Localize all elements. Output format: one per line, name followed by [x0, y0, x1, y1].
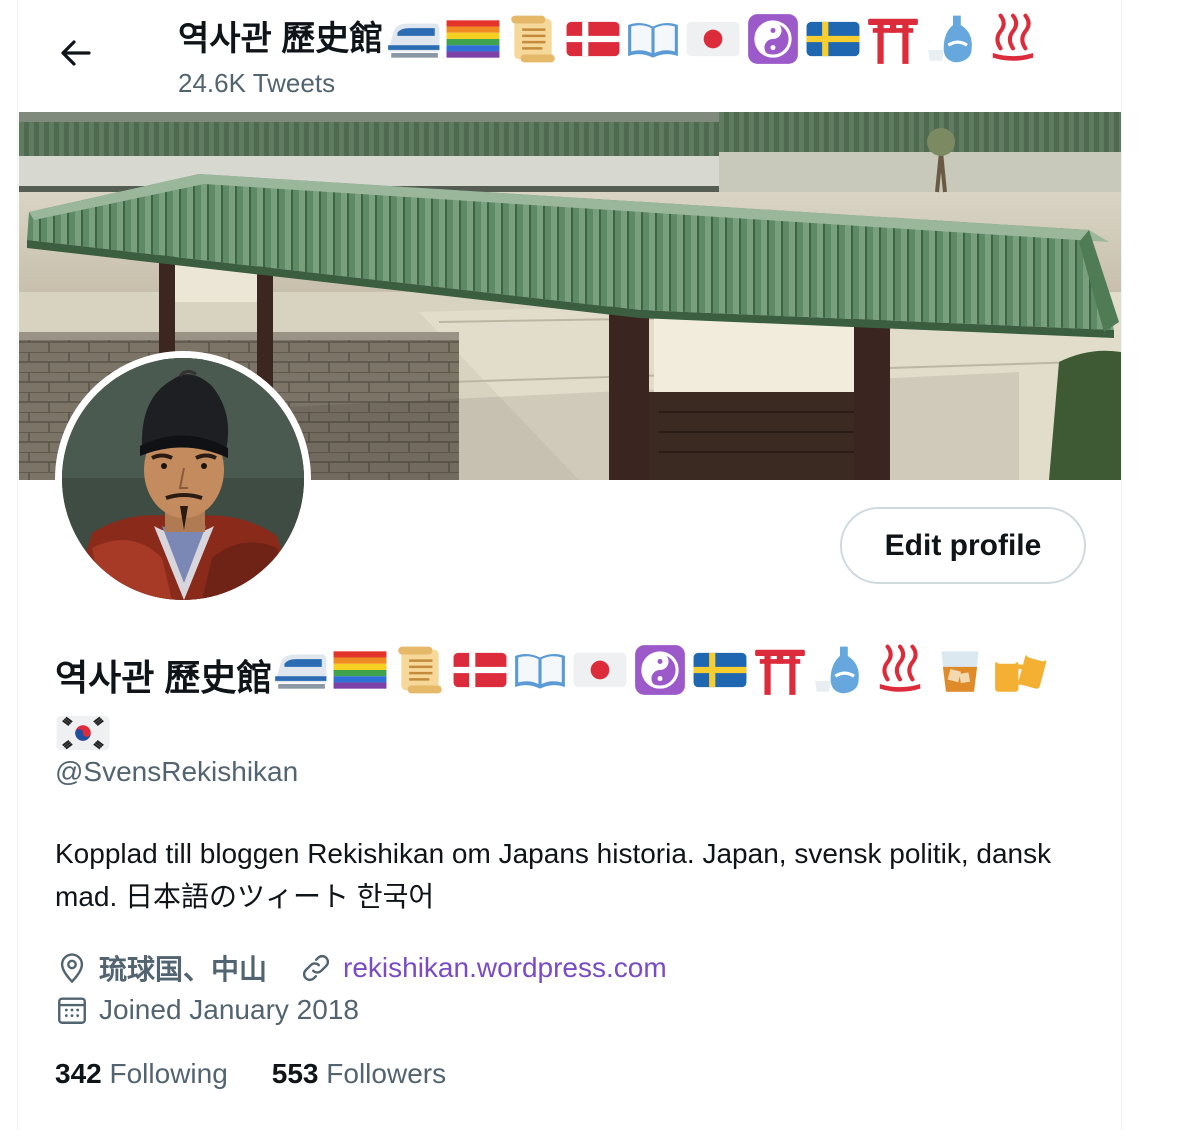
- header-title: 역사관 歷史館: [178, 11, 1045, 67]
- following-stat[interactable]: 342 Following: [55, 1058, 228, 1090]
- profile-display-name: 역사관 歷史館: [55, 657, 273, 698]
- profile-location: 琉球国、中山: [99, 954, 268, 985]
- torii-gate-icon: [752, 642, 808, 698]
- profile-bio: Kopplad till bloggen Rekishikan om Japan…: [55, 838, 1052, 912]
- flag-denmark-icon: [565, 11, 621, 67]
- profile-joined-row: Joined January 2018: [55, 988, 359, 1032]
- scroll-icon: [392, 642, 448, 698]
- header-display-name: 역사관 歷史館: [178, 20, 384, 58]
- sake-icon: [812, 642, 868, 698]
- profile-joined-date: Joined January 2018: [99, 994, 359, 1025]
- hot-springs-icon: [985, 11, 1041, 67]
- open-book-icon: [625, 11, 681, 67]
- flag-japan-icon: [572, 642, 628, 698]
- bullet-train-icon: [272, 642, 328, 698]
- edit-profile-button[interactable]: Edit profile: [840, 507, 1086, 584]
- followers-label: Followers: [326, 1058, 447, 1089]
- following-count: 342: [55, 1058, 102, 1089]
- location-icon: [55, 951, 89, 985]
- torii-gate-icon: [865, 11, 921, 67]
- bullet-train-icon: [385, 11, 441, 67]
- hot-springs-icon: [872, 642, 928, 698]
- back-button[interactable]: [50, 30, 100, 76]
- yin-yang-icon: [745, 11, 801, 67]
- open-book-icon: [512, 642, 568, 698]
- calendar-icon: [55, 993, 89, 1027]
- link-icon: [299, 951, 333, 985]
- followers-count: 553: [271, 1058, 319, 1089]
- rainbow-flag-icon: [332, 642, 388, 698]
- tumbler-glass-icon: [932, 642, 988, 698]
- followers-stat[interactable]: 553 Followers: [272, 1058, 446, 1090]
- profile-display-name-block: 역사관 歷史館: [55, 642, 1095, 768]
- flag-south-korea-icon: [55, 705, 111, 761]
- yin-yang-icon: [632, 642, 688, 698]
- flag-sweden-icon: [692, 642, 748, 698]
- profile-meta-row: 琉球国、中山 rekishikan.wordpress.com: [55, 946, 667, 990]
- flag-denmark-icon: [452, 642, 508, 698]
- flag-japan-icon: [685, 11, 741, 67]
- beer-mugs-icon: [992, 642, 1048, 698]
- avatar[interactable]: [62, 358, 304, 600]
- tweet-count: 24.6K Tweets: [178, 68, 336, 98]
- arrow-left-icon: [61, 40, 91, 66]
- following-label: Following: [109, 1058, 228, 1089]
- avatar-image: [62, 358, 304, 600]
- rainbow-flag-icon: [445, 11, 501, 67]
- sake-icon: [925, 11, 981, 67]
- flag-sweden-icon: [805, 11, 861, 67]
- profile-website-link[interactable]: rekishikan.wordpress.com: [343, 952, 667, 984]
- scroll-icon: [505, 11, 561, 67]
- follow-stats: 342 Following 553 Followers: [55, 1058, 446, 1090]
- header-emoji-row: [385, 11, 1045, 67]
- profile-handle: @SvensRekishikan: [55, 756, 299, 787]
